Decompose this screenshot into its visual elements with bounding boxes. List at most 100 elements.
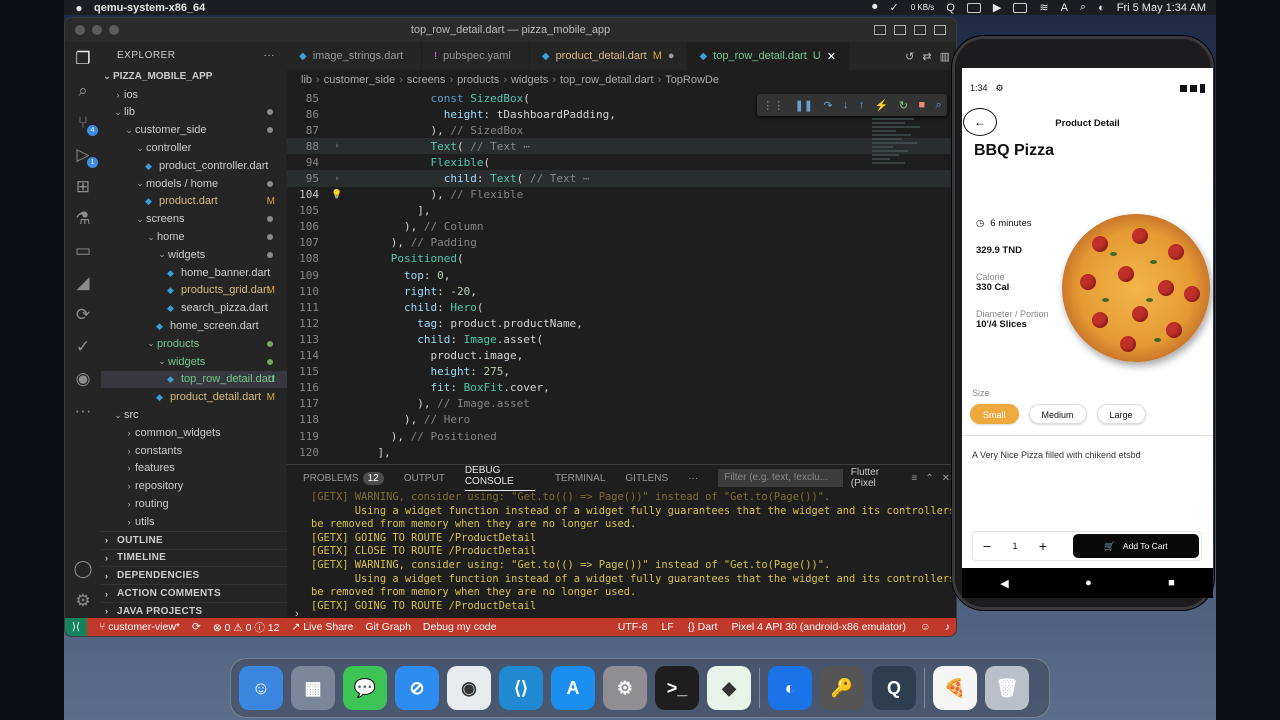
device-status[interactable]: Pixel 4 API 30 (android-x86 emulator) bbox=[732, 621, 907, 633]
nav-home-icon[interactable]: ● bbox=[1085, 577, 1092, 589]
fold-chevron-icon[interactable]: › bbox=[323, 141, 351, 151]
close-tab-icon[interactable]: ✕ bbox=[827, 50, 836, 63]
code-line[interactable]: 114 product.image, bbox=[287, 348, 956, 364]
size-option-small[interactable]: Small bbox=[970, 404, 1019, 424]
file-item[interactable]: ◆ product.dart M bbox=[101, 193, 287, 211]
lightbulb-icon[interactable]: 💡 bbox=[323, 190, 351, 200]
input-source[interactable]: A bbox=[1061, 2, 1068, 14]
code-line[interactable]: 107 ), // Padding bbox=[287, 235, 956, 251]
git-graph-status[interactable]: Git Graph bbox=[365, 621, 411, 633]
app-store-icon[interactable]: A bbox=[551, 666, 595, 710]
android-studio-icon[interactable]: ◆ bbox=[707, 666, 751, 710]
toggle-sidebar-icon[interactable] bbox=[874, 25, 886, 35]
manage-gear-icon[interactable]: ⚙ bbox=[72, 590, 94, 612]
feedback-icon[interactable]: ☺ bbox=[920, 621, 931, 633]
more-views-icon[interactable]: ··· bbox=[72, 400, 94, 422]
sidebar-section-header[interactable]: › TIMELINE bbox=[101, 548, 287, 567]
breadcrumb-item[interactable]: screens bbox=[407, 74, 446, 86]
record-icon[interactable]: ⏺ bbox=[872, 1, 878, 14]
terminal-icon[interactable]: >_ bbox=[655, 666, 699, 710]
folder-item[interactable]: › common_widgets bbox=[101, 424, 287, 442]
explorer-icon[interactable]: ❐ bbox=[72, 48, 94, 70]
code-line[interactable]: 116 fit: BoxFit.cover, bbox=[287, 380, 956, 396]
source-control-icon[interactable]: ⑂ 4 bbox=[72, 112, 98, 136]
file-item[interactable]: ◆ products_grid.dart M bbox=[101, 282, 287, 300]
folder-item[interactable]: ⌄ home bbox=[101, 228, 287, 246]
code-line[interactable]: 105 ], bbox=[287, 203, 956, 219]
folder-item[interactable]: ⌄ widgets bbox=[101, 246, 287, 264]
maximize-panel-icon[interactable]: ⌃ bbox=[925, 473, 933, 484]
code-line[interactable]: 112 tag: product.productName, bbox=[287, 315, 956, 331]
file-item[interactable]: ◆ product_controller.dart bbox=[101, 157, 287, 175]
unsaved-dot-icon[interactable]: ● bbox=[668, 50, 675, 62]
close-panel-icon[interactable]: ✕ bbox=[942, 473, 950, 484]
code-line[interactable]: 86 height: tDashboardPadding, bbox=[287, 106, 956, 122]
panel-tab[interactable]: DEBUG CONSOLE bbox=[464, 465, 535, 491]
quicktime-menu-icon[interactable]: Q bbox=[946, 2, 955, 14]
code-line[interactable]: 120 ], bbox=[287, 444, 956, 460]
extensions-icon[interactable]: ⊞ bbox=[72, 176, 94, 198]
split-editor-icon[interactable]: ▥ bbox=[940, 50, 950, 63]
remote-explorer-icon[interactable]: ▭ bbox=[72, 240, 94, 262]
search-activity-icon[interactable]: ⌕ bbox=[72, 80, 94, 102]
problems-status[interactable]: ⊗ 0 ⚠ 0 ⓘ 12 bbox=[213, 620, 280, 635]
add-to-cart-button[interactable]: 🛒 Add To Cart bbox=[1073, 534, 1199, 558]
github-icon[interactable]: ◉ bbox=[72, 368, 94, 390]
code-line[interactable]: 119 ), // Positioned bbox=[287, 428, 956, 444]
console-session-select[interactable]: Flutter (Pixel bbox=[851, 467, 904, 489]
breadcrumb-item[interactable]: TopRowDe bbox=[665, 74, 719, 86]
code-editor[interactable]: 85 const SizedBox(86 height: tDashboardP… bbox=[287, 90, 956, 460]
breadcrumb-item[interactable]: widgets bbox=[511, 74, 548, 86]
quicktime-icon[interactable]: Q bbox=[872, 666, 916, 710]
code-line[interactable]: 95 › child: Text( // Text ⋯ bbox=[287, 170, 956, 187]
size-option-medium[interactable]: Medium bbox=[1028, 404, 1087, 424]
folder-item[interactable]: ⌄ customer_side bbox=[101, 121, 287, 139]
clear-console-icon[interactable]: ≡ bbox=[911, 473, 917, 484]
code-line[interactable]: 108 Positioned( bbox=[287, 251, 956, 267]
editor-tab[interactable]: ◆ top_row_detail.dart U ✕ bbox=[687, 42, 849, 70]
search-icon[interactable]: ⌕ bbox=[1080, 1, 1086, 14]
wifi-icon[interactable]: ≋ bbox=[1039, 1, 1048, 14]
compare-icon[interactable]: ⇄ bbox=[922, 50, 931, 63]
language-status[interactable]: {} Dart bbox=[688, 621, 718, 633]
panel-tab[interactable]: OUTPUT bbox=[404, 473, 445, 484]
checklist-icon[interactable]: ✓ bbox=[72, 336, 94, 358]
finder-icon[interactable]: ☺ bbox=[239, 666, 283, 710]
breadcrumb-item[interactable]: top_row_detail.dart bbox=[560, 74, 654, 86]
live-share-status[interactable]: ↗ Live Share bbox=[291, 621, 353, 633]
testing-icon[interactable]: ⚗ bbox=[72, 208, 94, 230]
nav-recents-icon[interactable]: ■ bbox=[1168, 577, 1175, 589]
panel-tab[interactable]: PROBLEMS 12 bbox=[303, 471, 384, 485]
code-line[interactable]: 106 ), // Column bbox=[287, 219, 956, 235]
increase-quantity-button[interactable]: + bbox=[1029, 538, 1057, 554]
breadcrumb-item[interactable]: lib bbox=[301, 74, 312, 86]
toggle-secondary-sidebar-icon[interactable] bbox=[914, 25, 926, 35]
code-line[interactable]: 94 Flexible( bbox=[287, 154, 956, 170]
sync-icon[interactable]: ⟳ bbox=[192, 621, 201, 633]
minimap[interactable] bbox=[872, 116, 932, 236]
size-option-large[interactable]: Large bbox=[1096, 404, 1146, 424]
control-center-icon[interactable]: ◐ bbox=[1098, 2, 1105, 14]
editor-tab[interactable]: ◆ product_detail.dart M ● bbox=[530, 42, 688, 70]
folder-item[interactable]: ⌄ controller bbox=[101, 139, 287, 157]
apple-menu-icon[interactable]: ● bbox=[64, 1, 94, 15]
run-debug-icon[interactable]: ▷ 1 bbox=[72, 144, 98, 168]
vpn-icon[interactable]: ✓ bbox=[890, 1, 899, 14]
code-line[interactable]: 104 💡 ), // Flexible bbox=[287, 187, 956, 203]
code-line[interactable]: 115 height: 275, bbox=[287, 364, 956, 380]
back-button[interactable]: ← bbox=[963, 108, 997, 136]
code-line[interactable]: 113 child: Image.asset( bbox=[287, 331, 956, 347]
timeline-icon[interactable]: ↺ bbox=[905, 50, 914, 63]
panel-more-button[interactable]: ··· bbox=[688, 473, 698, 484]
folder-item[interactable]: ⌄ models / home bbox=[101, 175, 287, 193]
folder-item[interactable]: › constants bbox=[101, 442, 287, 460]
encoding-status[interactable]: UTF-8 bbox=[618, 621, 648, 633]
sidebar-section-header[interactable]: › ACTION COMMENTS bbox=[101, 584, 287, 602]
folder-item[interactable]: ⌄ screens bbox=[101, 210, 287, 228]
messages-icon[interactable]: 💬 bbox=[343, 666, 387, 710]
vscode-icon[interactable]: ⟨⟩ bbox=[499, 666, 543, 710]
breadcrumb-item[interactable]: products bbox=[457, 74, 499, 86]
explorer-more-button[interactable]: ··· bbox=[264, 50, 288, 61]
project-root[interactable]: ⌄ PIZZA_MOBILE_APP bbox=[101, 68, 287, 86]
breadcrumb-item[interactable]: customer_side bbox=[324, 74, 396, 86]
